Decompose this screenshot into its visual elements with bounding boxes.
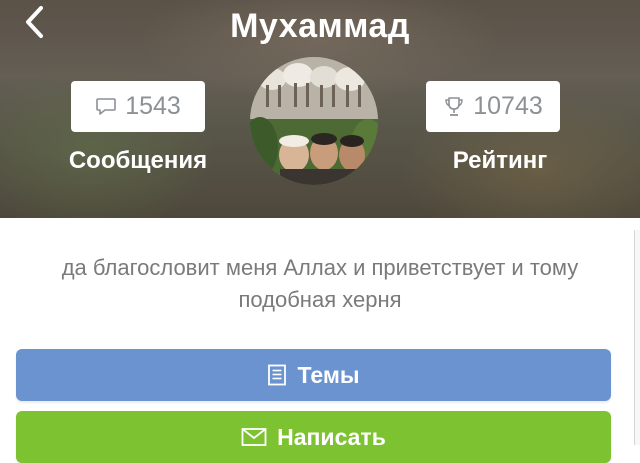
profile-bio: да благословит меня Аллах и приветствует…: [61, 255, 579, 312]
document-list-icon: [267, 364, 287, 386]
messages-label: Сообщения: [68, 147, 208, 174]
avatar[interactable]: [250, 57, 378, 185]
topics-button-label: Темы: [297, 361, 360, 388]
speech-bubble-icon: [95, 97, 117, 117]
back-button[interactable]: [14, 5, 54, 44]
write-message-label: Написать: [277, 423, 386, 450]
rating-label: Рейтинг: [452, 147, 548, 174]
messages-count: 1543: [125, 92, 181, 120]
trophy-icon: [443, 96, 465, 118]
scrollbar[interactable]: [634, 230, 640, 445]
messages-count-card[interactable]: 1543: [71, 81, 205, 132]
envelope-icon: [241, 427, 267, 447]
rating-count-card[interactable]: 10743: [426, 81, 560, 132]
topics-button[interactable]: Темы: [16, 349, 611, 401]
rating-count: 10743: [473, 92, 543, 120]
profile-header: Мухаммад 1543 Сообщения 10743 Рейтинг: [0, 0, 640, 218]
page-title: Мухаммад: [230, 7, 410, 45]
write-message-button[interactable]: Написать: [16, 411, 611, 463]
chevron-left-icon: [23, 5, 45, 44]
